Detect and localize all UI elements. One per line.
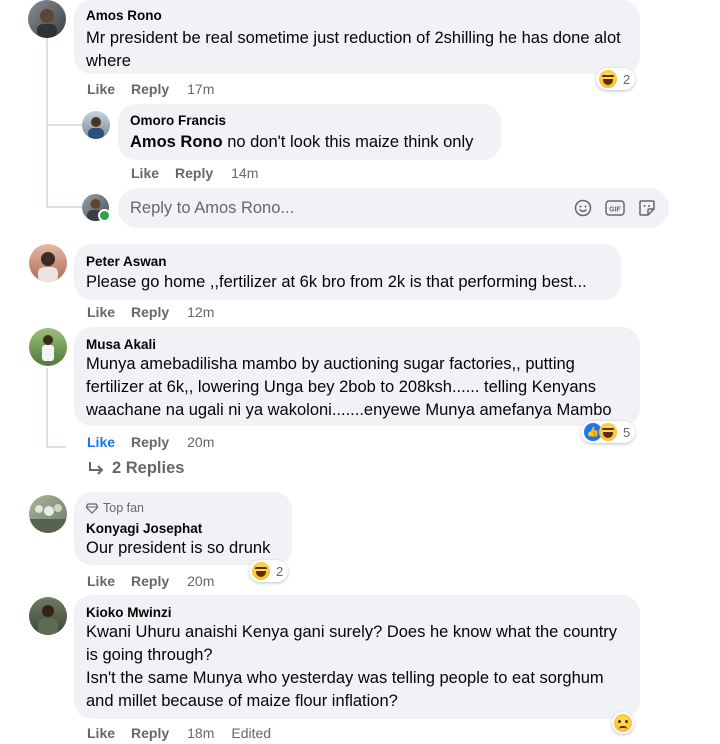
comment-timestamp[interactable]: 20m: [187, 573, 214, 589]
avatar-peter-aswan[interactable]: [29, 244, 67, 282]
like-button[interactable]: Like: [131, 165, 159, 181]
reply-text: no don't look this maize think only: [227, 133, 474, 151]
comment-actions: Like Reply 18m Edited: [87, 725, 271, 741]
reply-arrow-icon: [89, 461, 104, 475]
haha-reaction-icon: [599, 70, 617, 88]
comment-timestamp[interactable]: 20m: [187, 434, 214, 450]
reaction-count: 5: [623, 424, 631, 440]
comment-actions: Like Reply 20m: [87, 573, 214, 589]
comment-text: Munya amebadilisha mambo by auctioning s…: [86, 355, 612, 419]
like-button[interactable]: Like: [87, 304, 115, 320]
emoji-icon[interactable]: [573, 198, 593, 218]
comment-actions: Like Reply 17m: [87, 81, 214, 97]
edited-label: Edited: [231, 725, 272, 741]
comment-timestamp[interactable]: 17m: [187, 81, 214, 97]
comment-author[interactable]: Kioko Mwinzi: [86, 604, 628, 621]
avatar-amos-rono[interactable]: [28, 0, 66, 38]
reply-bubble-omoro-francis: Omoro Francis Amos Rono no don't look th…: [118, 104, 501, 160]
avatar-konyagi-josephat[interactable]: [29, 495, 67, 533]
haha-reaction-icon: [252, 562, 270, 580]
reply-button[interactable]: Reply: [131, 434, 169, 450]
comment-bubble-musa-akali: Musa Akali Munya amebadilisha mambo by a…: [74, 327, 640, 426]
comment-bubble-amos-rono: Amos Rono Mr president be real sometime …: [74, 0, 640, 74]
reply-button[interactable]: Reply: [175, 165, 213, 181]
thread-connector-omoro: [46, 124, 82, 126]
comment-text: Please go home ,,fertilizer at 6k bro fr…: [86, 273, 587, 291]
comment-text: Amos Rono no don't look this maize think…: [130, 131, 489, 154]
comment-text-line-2: Isn't the same Munya who yesterday was t…: [86, 669, 604, 710]
comment-bubble-konyagi-josephat: Top fan Konyagi Josephat Our president i…: [74, 492, 292, 565]
svg-text:GIF: GIF: [609, 207, 621, 214]
comment-author[interactable]: Omoro Francis: [130, 112, 489, 129]
avatar-omoro-francis[interactable]: [82, 111, 110, 139]
reaction-count: 2: [623, 71, 631, 87]
reaction-summary[interactable]: [612, 712, 634, 734]
reply-input[interactable]: [118, 197, 573, 219]
comment-timestamp[interactable]: 18m: [187, 725, 214, 741]
replies-count-label[interactable]: 2 Replies: [112, 459, 184, 478]
like-button[interactable]: Like: [87, 81, 115, 97]
reaction-summary[interactable]: 👍 5: [581, 421, 636, 443]
comment-author[interactable]: Konyagi Josephat: [86, 520, 280, 537]
reaction-count: 2: [276, 563, 284, 579]
comment-timestamp[interactable]: 12m: [187, 304, 214, 320]
haha-reaction-icon: [599, 423, 617, 441]
mention-link[interactable]: Amos Rono: [130, 133, 223, 151]
comment-text: Mr president be real sometime just reduc…: [86, 29, 621, 70]
comment-bubble-kioko-mwinzi: Kioko Mwinzi Kwani Uhuru anaishi Kenya g…: [74, 595, 640, 719]
thread-line-amos: [46, 38, 48, 206]
online-status-dot: [98, 209, 111, 222]
like-button[interactable]: Like: [87, 434, 115, 450]
reply-button[interactable]: Reply: [131, 725, 169, 741]
comment-actions: Like Reply 12m: [87, 304, 214, 320]
comment-timestamp[interactable]: 14m: [231, 165, 258, 181]
top-fan-badge: Top fan: [86, 500, 280, 516]
comment-author[interactable]: Musa Akali: [86, 336, 628, 353]
reaction-summary[interactable]: 2: [249, 560, 289, 582]
comment-text: Our president is so drunk: [86, 539, 271, 557]
like-button[interactable]: Like: [87, 573, 115, 589]
gif-icon[interactable]: GIF: [605, 198, 625, 218]
comment-author[interactable]: Amos Rono: [86, 7, 628, 24]
avatar-kioko-mwinzi[interactable]: [29, 597, 67, 635]
reply-input-box: GIF: [118, 188, 669, 228]
comment-bubble-peter-aswan: Peter Aswan Please go home ,,fertilizer …: [74, 244, 621, 300]
like-button[interactable]: Like: [87, 725, 115, 741]
comment-text-line-1: Kwani Uhuru anaishi Kenya gani surely? D…: [86, 623, 618, 664]
diamond-icon: [86, 502, 98, 514]
sad-reaction-icon: [614, 714, 632, 732]
view-replies-link[interactable]: 2 Replies: [87, 459, 184, 478]
thread-line-musa: [46, 368, 48, 446]
reply-button[interactable]: Reply: [131, 81, 169, 97]
sticker-icon[interactable]: [637, 198, 657, 218]
badge-label: Top fan: [103, 501, 145, 515]
comment-author[interactable]: Peter Aswan: [86, 253, 609, 270]
current-user-avatar: [82, 194, 111, 222]
comment-actions: Like Reply 14m: [131, 165, 258, 181]
comment-actions: Like Reply 20m: [87, 434, 214, 450]
thread-connector-replies: [46, 446, 66, 448]
reply-button[interactable]: Reply: [131, 304, 169, 320]
avatar-musa-akali[interactable]: [29, 328, 67, 366]
reply-button[interactable]: Reply: [131, 573, 169, 589]
thread-connector-reply-box: [46, 206, 82, 208]
reaction-summary[interactable]: 2: [596, 68, 636, 90]
